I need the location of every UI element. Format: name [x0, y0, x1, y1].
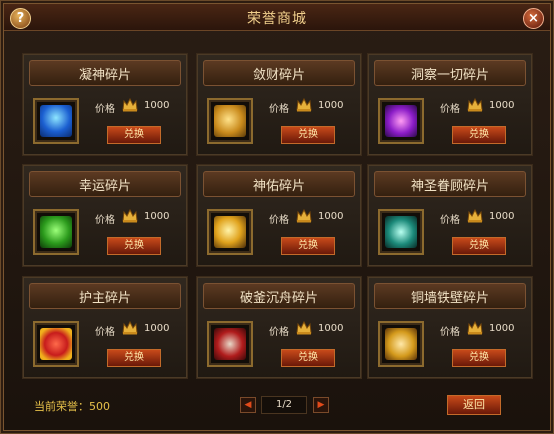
- price-label: 价格: [95, 327, 115, 338]
- price-label: 价格: [269, 215, 289, 226]
- window-title: 荣誉商城: [247, 11, 307, 27]
- prev-page-icon[interactable]: ◀: [240, 397, 256, 413]
- item-card: 护主碎片 价格 1000 兑换: [22, 276, 188, 379]
- price-label: 价格: [269, 104, 289, 115]
- current-honor: 当前荣誉：500: [34, 398, 110, 414]
- price-value: 1000: [144, 100, 170, 111]
- exchange-button[interactable]: 兑换: [281, 349, 335, 367]
- honor-label: 当前荣誉：: [34, 400, 89, 413]
- item-card: 敛财碎片 价格 1000 兑换: [196, 53, 362, 156]
- item-card: 神佑碎片 价格 1000 兑换: [196, 164, 362, 267]
- item-slot[interactable]: [33, 98, 79, 144]
- shield-icon: [385, 328, 417, 360]
- item-card: 神圣眷顾碎片 价格 1000 兑换: [367, 164, 533, 267]
- price-label: 价格: [269, 327, 289, 338]
- pager: ◀ 1/2 ▶: [240, 396, 329, 414]
- heart-icon: [40, 328, 72, 360]
- item-slot[interactable]: [33, 209, 79, 255]
- item-title-bar: 敛财碎片: [203, 60, 355, 86]
- crown-icon: [467, 98, 483, 112]
- crown-icon: [122, 209, 138, 223]
- item-slot[interactable]: [207, 321, 253, 367]
- title-bar: ? 荣誉商城 ×: [4, 4, 550, 31]
- price-value: 1000: [489, 211, 515, 222]
- item-slot[interactable]: [378, 98, 424, 144]
- item-title-bar: 凝神碎片: [29, 60, 181, 86]
- exchange-button[interactable]: 兑换: [452, 237, 506, 255]
- item-title-bar: 幸运碎片: [29, 171, 181, 197]
- exchange-button[interactable]: 兑换: [281, 237, 335, 255]
- price-value: 1000: [489, 100, 515, 111]
- item-title-bar: 洞察一切碎片: [374, 60, 526, 86]
- eye-icon: [385, 105, 417, 137]
- item-name: 护主碎片: [78, 291, 131, 306]
- item-slot[interactable]: [207, 209, 253, 255]
- price-value: 1000: [318, 100, 344, 111]
- item-card: 铜墙铁壁碎片 价格 1000 兑换: [367, 276, 533, 379]
- holy-tree-icon: [385, 216, 417, 248]
- honor-value: 500: [89, 400, 110, 413]
- item-card: 洞察一切碎片 价格 1000 兑换: [367, 53, 533, 156]
- clover-icon: [40, 216, 72, 248]
- item-slot[interactable]: [207, 98, 253, 144]
- item-card: 凝神碎片 价格 1000 兑换: [22, 53, 188, 156]
- item-title-bar: 神佑碎片: [203, 171, 355, 197]
- exchange-button[interactable]: 兑换: [452, 349, 506, 367]
- exchange-button[interactable]: 兑换: [107, 237, 161, 255]
- item-name: 敛财碎片: [252, 68, 305, 83]
- price-label: 价格: [440, 215, 460, 226]
- price-value: 1000: [318, 211, 344, 222]
- item-title-bar: 护主碎片: [29, 283, 181, 309]
- exchange-button[interactable]: 兑换: [107, 126, 161, 144]
- crown-icon: [467, 209, 483, 223]
- exchange-button[interactable]: 兑换: [107, 349, 161, 367]
- price-value: 1000: [144, 211, 170, 222]
- price-value: 1000: [489, 323, 515, 334]
- exchange-button[interactable]: 兑换: [452, 126, 506, 144]
- crown-icon: [296, 98, 312, 112]
- blessing-hand-icon: [214, 216, 246, 248]
- broken-cauldron-icon: [214, 328, 246, 360]
- item-name: 凝神碎片: [78, 68, 131, 83]
- return-button[interactable]: 返回: [447, 395, 501, 415]
- exchange-button[interactable]: 兑换: [281, 126, 335, 144]
- item-name: 幸运碎片: [78, 179, 131, 194]
- item-name: 洞察一切碎片: [410, 68, 489, 83]
- item-card: 幸运碎片 价格 1000 兑换: [22, 164, 188, 267]
- item-title-bar: 神圣眷顾碎片: [374, 171, 526, 197]
- item-card: 破釜沉舟碎片 价格 1000 兑换: [196, 276, 362, 379]
- item-name: 神佑碎片: [252, 179, 305, 194]
- crown-icon: [296, 209, 312, 223]
- item-title-bar: 破釜沉舟碎片: [203, 283, 355, 309]
- item-slot[interactable]: [33, 321, 79, 367]
- help-icon[interactable]: ?: [10, 8, 31, 29]
- price-label: 价格: [440, 327, 460, 338]
- crown-icon: [467, 321, 483, 335]
- coin-icon: [214, 105, 246, 137]
- crown-icon: [122, 321, 138, 335]
- item-slot[interactable]: [378, 321, 424, 367]
- price-label: 价格: [95, 215, 115, 226]
- crown-icon: [296, 321, 312, 335]
- item-name: 铜墙铁壁碎片: [410, 291, 489, 306]
- item-name: 破釜沉舟碎片: [239, 291, 318, 306]
- item-title-bar: 铜墙铁壁碎片: [374, 283, 526, 309]
- meditation-icon: [40, 105, 72, 137]
- price-value: 1000: [144, 323, 170, 334]
- next-page-icon[interactable]: ▶: [313, 397, 329, 413]
- item-name: 神圣眷顾碎片: [410, 179, 489, 194]
- close-icon[interactable]: ×: [523, 8, 544, 29]
- page-indicator: 1/2: [261, 396, 307, 414]
- item-grid: 凝神碎片 价格 1000 兑换 敛财碎片 价格 1000 兑换 洞察一切碎片 价…: [22, 53, 534, 380]
- price-value: 1000: [318, 323, 344, 334]
- crown-icon: [122, 98, 138, 112]
- price-label: 价格: [440, 104, 460, 115]
- item-slot[interactable]: [378, 209, 424, 255]
- price-label: 价格: [95, 104, 115, 115]
